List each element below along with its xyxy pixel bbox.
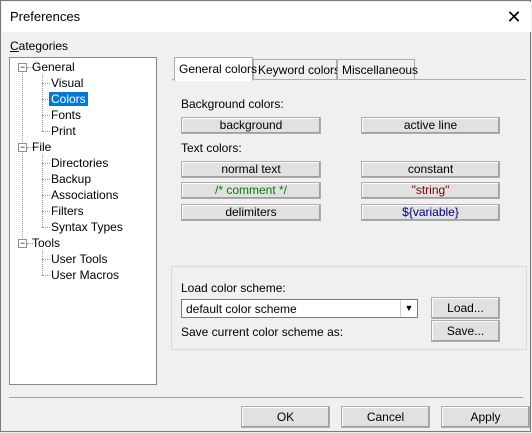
load-scheme-button[interactable]: Load... (431, 297, 500, 319)
categories-label: Categories (10, 39, 69, 53)
delimiters-color-button[interactable]: delimiters (181, 204, 321, 221)
color-scheme-value: default color scheme (186, 302, 297, 316)
window-title: Preferences (10, 9, 81, 24)
tree-item-directories[interactable]: Directories (51, 156, 108, 170)
string-color-button[interactable]: "string" (361, 182, 500, 199)
tree-item-fonts[interactable]: Fonts (51, 108, 81, 122)
background-color-button[interactable]: background (181, 117, 321, 134)
tree-item-user-tools[interactable]: User Tools (51, 252, 107, 266)
load-color-scheme-label: Load color scheme: (181, 281, 286, 295)
tab-miscellaneous[interactable]: Miscellaneous (337, 59, 418, 79)
cancel-button[interactable]: Cancel (341, 406, 430, 428)
collapse-icon[interactable]: − (18, 239, 27, 248)
variable-color-button[interactable]: ${variable} (361, 204, 500, 221)
ok-button[interactable]: OK (241, 406, 330, 428)
save-color-scheme-label: Save current color scheme as: (181, 325, 344, 339)
close-icon[interactable]: ✕ (503, 6, 525, 28)
normal-text-color-button[interactable]: normal text (181, 161, 321, 178)
tree-item-syntax-types[interactable]: Syntax Types (51, 220, 123, 234)
collapse-icon[interactable]: − (18, 63, 27, 72)
tree-connector (22, 70, 23, 244)
chevron-down-icon[interactable]: ▼ (400, 300, 417, 317)
tree-item-backup[interactable]: Backup (51, 172, 91, 186)
save-scheme-button[interactable]: Save... (431, 320, 500, 342)
comment-color-button[interactable]: /* comment */ (181, 182, 321, 199)
background-colors-label: Background colors: (181, 97, 284, 111)
color-scheme-select[interactable]: default color scheme ▼ (181, 299, 418, 318)
title-bar: Preferences ✕ (2, 2, 531, 32)
tab-keyword-colors[interactable]: Keyword colors (253, 59, 340, 79)
tree-item-tools[interactable]: Tools (32, 236, 60, 250)
tree-item-general[interactable]: General (32, 60, 75, 74)
footer-divider (9, 397, 523, 398)
tree-item-file[interactable]: File (32, 140, 51, 154)
tree-item-colors[interactable]: Colors (49, 92, 88, 106)
apply-button[interactable]: Apply (441, 406, 530, 428)
tree-connector (42, 154, 43, 227)
tree-item-filters[interactable]: Filters (51, 204, 84, 218)
tab-general-colors[interactable]: General colors (174, 57, 257, 81)
active-line-color-button[interactable]: active line (361, 117, 500, 134)
tree-connector (42, 250, 43, 275)
categories-tree[interactable]: − General Visual Colors Fonts Print − Fi… (9, 57, 157, 385)
text-colors-label: Text colors: (181, 141, 242, 155)
constant-color-button[interactable]: constant (361, 161, 500, 178)
tree-item-user-macros[interactable]: User Macros (51, 268, 119, 282)
tree-item-associations[interactable]: Associations (51, 188, 118, 202)
collapse-icon[interactable]: − (18, 143, 27, 152)
tree-item-print[interactable]: Print (51, 124, 76, 138)
tree-item-visual[interactable]: Visual (51, 76, 83, 90)
